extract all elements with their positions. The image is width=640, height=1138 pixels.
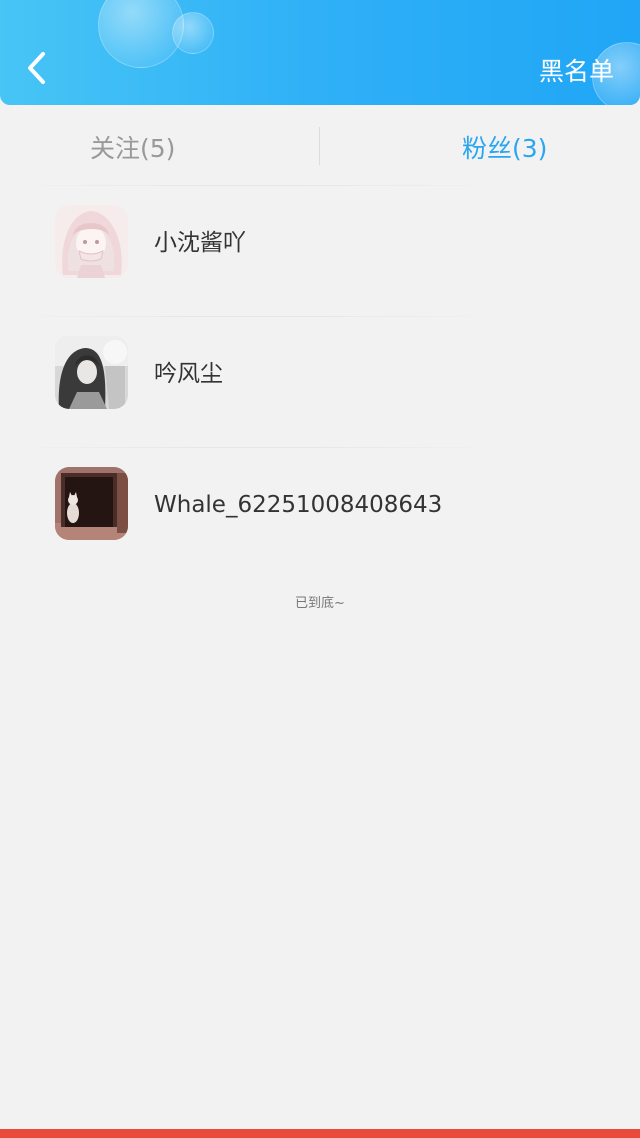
decor-bubble <box>172 12 214 54</box>
divider <box>40 185 470 186</box>
chevron-left-icon <box>24 50 48 90</box>
avatar[interactable] <box>55 467 128 540</box>
fan-name: Whale_62251008408643 <box>154 492 443 518</box>
list-item[interactable]: Whale_62251008408643 <box>0 447 640 578</box>
header-bar: 黑名单 <box>0 0 640 105</box>
fan-name: 小沈酱吖 <box>154 230 246 256</box>
blacklist-button[interactable]: 黑名单 <box>539 52 614 92</box>
end-of-list-text: 已到底~ <box>295 596 345 611</box>
avatar[interactable] <box>55 205 128 278</box>
list-item[interactable]: 吟风尘 <box>0 316 640 447</box>
divider <box>40 316 470 317</box>
back-button[interactable] <box>18 48 54 92</box>
avatar[interactable] <box>55 336 128 409</box>
tab-following[interactable]: 关注(5) <box>90 129 175 169</box>
bottom-accent-bar <box>0 1129 640 1138</box>
fan-name: 吟风尘 <box>154 361 223 387</box>
divider <box>40 447 470 448</box>
fans-list-page: 黑名单 关注(5) 粉丝(3) 小沈酱吖 吟风尘 Whale_622510084… <box>0 0 640 1138</box>
list-item[interactable]: 小沈酱吖 <box>0 185 640 316</box>
tab-bar: 关注(5) 粉丝(3) <box>0 105 640 191</box>
fans-list: 小沈酱吖 吟风尘 Whale_62251008408643 <box>0 185 640 578</box>
tab-fans[interactable]: 粉丝(3) <box>462 129 547 169</box>
tab-divider <box>319 127 320 165</box>
